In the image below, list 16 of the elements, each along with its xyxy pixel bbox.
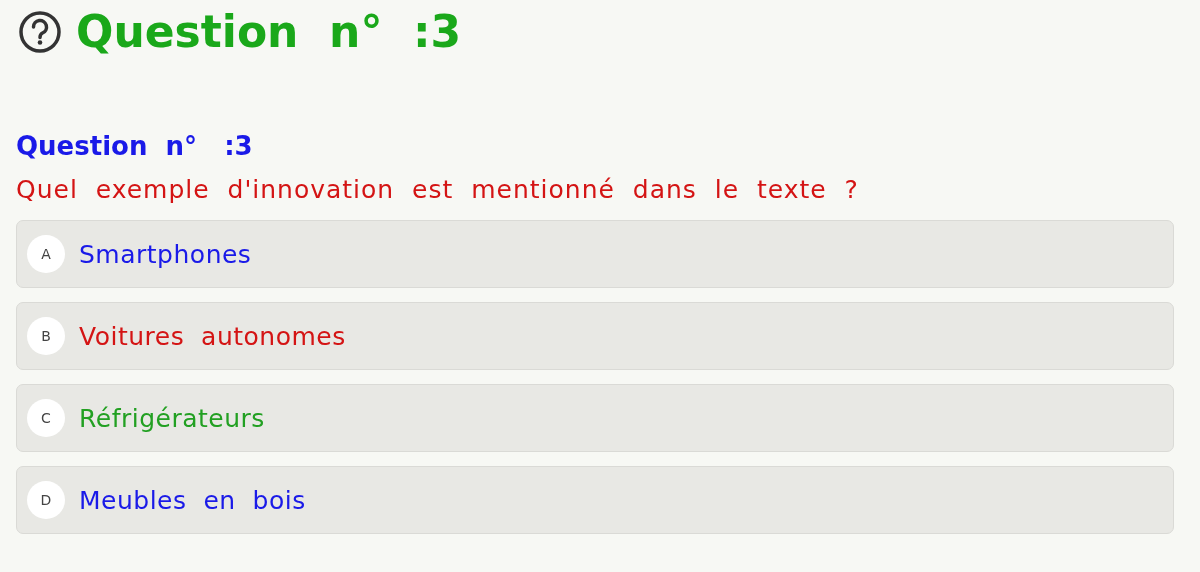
option-label: Smartphones xyxy=(79,239,252,269)
answer-option[interactable]: C Réfrigérateurs xyxy=(16,384,1174,452)
option-letter: C xyxy=(27,399,65,437)
option-label: Réfrigérateurs xyxy=(79,403,265,433)
question-number: Question n° :3 xyxy=(16,131,254,161)
page-title: Question n° :3 xyxy=(76,6,462,57)
question-text: Quel exemple d'innovation est mentionné dans le texte ? xyxy=(16,175,860,204)
option-letter: B xyxy=(27,317,65,355)
answer-option[interactable]: B Voitures autonomes xyxy=(16,302,1174,370)
answer-option[interactable]: D Meubles en bois xyxy=(16,466,1174,534)
option-letter: A xyxy=(27,235,65,273)
answer-option[interactable]: A Smartphones xyxy=(16,220,1174,288)
option-label: Meubles en bois xyxy=(79,485,306,515)
help-icon xyxy=(18,9,62,54)
option-label: Voitures autonomes xyxy=(79,321,346,351)
option-letter: D xyxy=(27,481,65,519)
